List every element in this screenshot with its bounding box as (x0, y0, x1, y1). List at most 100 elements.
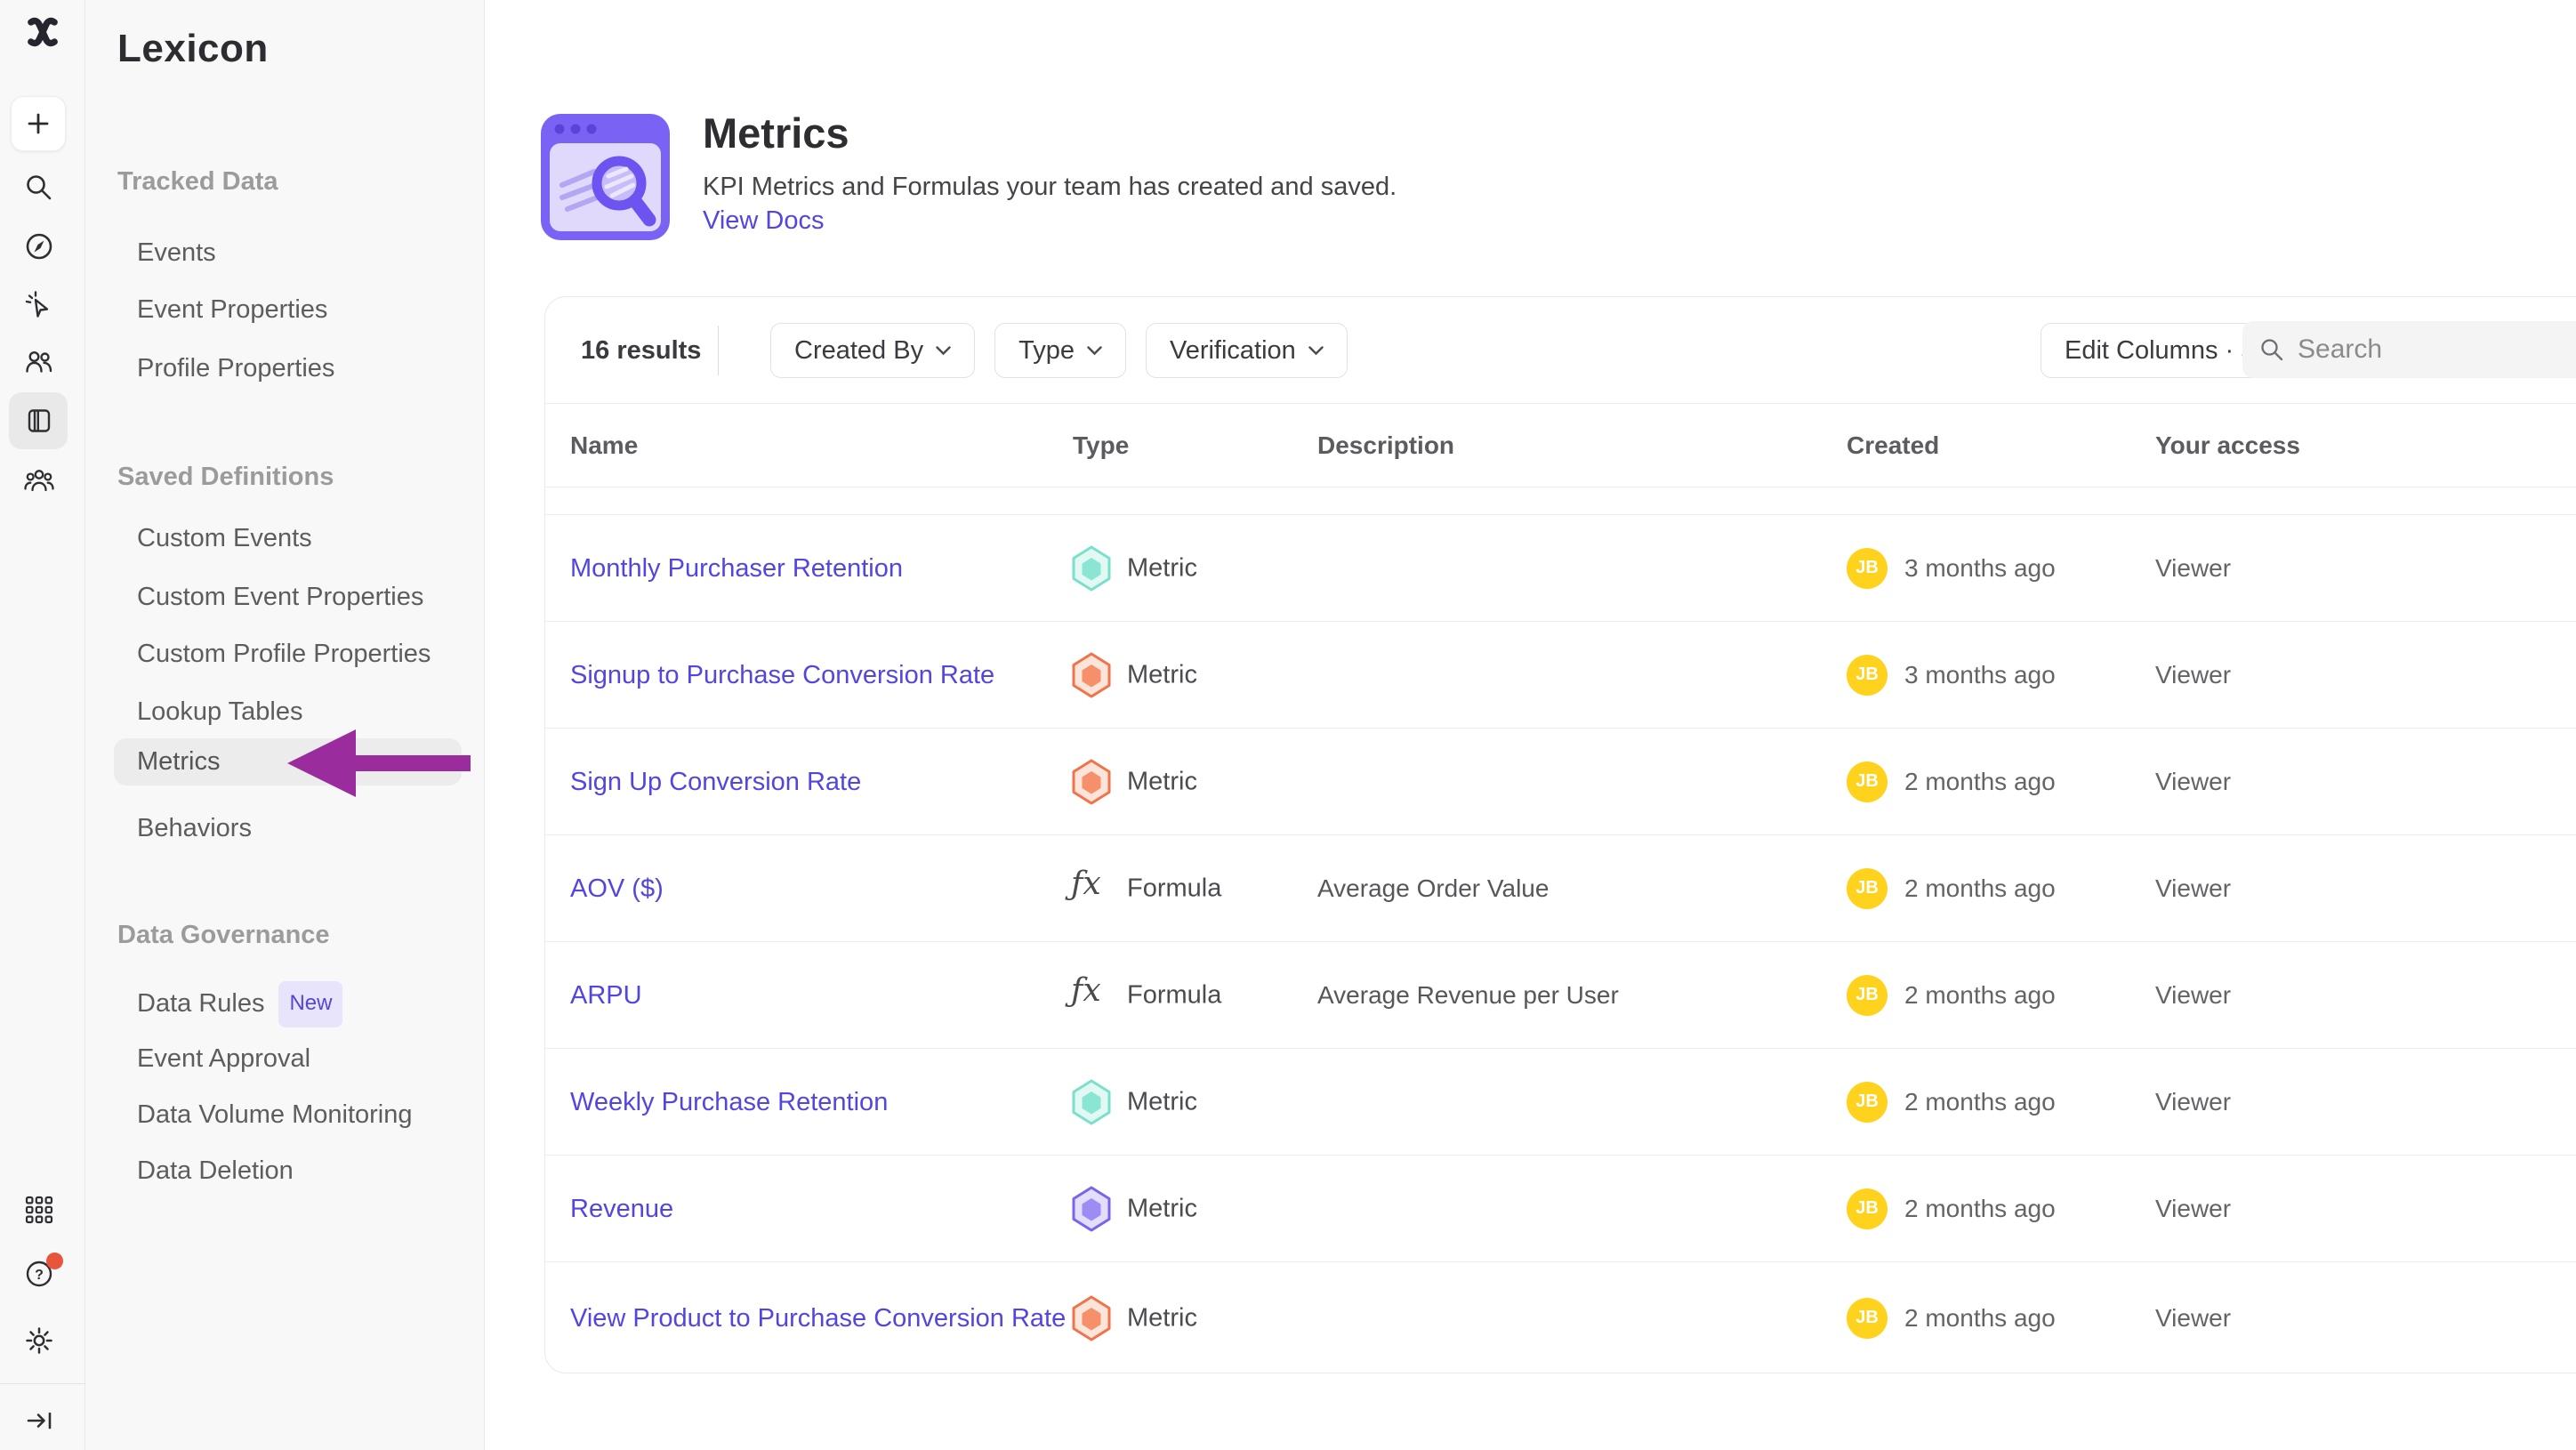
icon-rail: ? (0, 0, 85, 1450)
metric-hexagon-icon (1071, 652, 1115, 698)
type-label: Metric (1127, 1194, 1197, 1223)
description-text: Average Revenue per User (1317, 981, 1619, 1010)
formula-icon: ƒx (1071, 972, 1115, 1019)
section-tracked-data: Tracked Data (117, 162, 278, 201)
chevron-down-icon (1087, 346, 1102, 356)
table-row: Signup to Purchase Conversion RateMetric… (545, 622, 2576, 729)
filter-label: Type (1018, 336, 1075, 366)
metric-name-link[interactable]: Signup to Purchase Conversion Rate (570, 657, 1068, 693)
access-level: Viewer (2155, 1304, 2231, 1333)
table-body: Monthly Purchaser Retention Metric JB 3 mon… (545, 515, 2576, 1373)
created-by-filter-button[interactable]: Created By (770, 323, 975, 378)
search-icon[interactable] (23, 172, 55, 204)
created-time: 2 months ago (1904, 1195, 2056, 1223)
metric-name-link[interactable]: AOV ($) (570, 871, 1068, 906)
access-level: Viewer (2155, 874, 2231, 903)
type-label: Formula (1127, 980, 1221, 1010)
avatar[interactable]: JB (1847, 1298, 1888, 1339)
column-header-your-access[interactable]: Your access (2155, 404, 2300, 487)
metric-name-link[interactable]: Revenue (570, 1191, 1068, 1227)
filter-label: Verification (1170, 336, 1296, 366)
type-filter-button[interactable]: Type (994, 323, 1126, 378)
metric-name-link[interactable]: View Product to Purchase Conversion Rate (570, 1301, 1068, 1336)
avatar[interactable]: JB (1847, 975, 1888, 1016)
view-docs-link[interactable]: View Docs (703, 206, 824, 236)
avatar[interactable]: JB (1847, 1188, 1888, 1229)
svg-text:?: ? (35, 1268, 44, 1283)
create-new-button[interactable] (11, 96, 66, 151)
created-time: 2 months ago (1904, 874, 2056, 903)
metric-hexagon-icon (1071, 1295, 1115, 1341)
sidebar-title: Lexicon (117, 27, 269, 71)
access-level: Viewer (2155, 554, 2231, 583)
avatar[interactable]: JB (1847, 548, 1888, 589)
sidebar-item-event-approval[interactable]: Event Approval (137, 1039, 310, 1078)
section-saved-definitions: Saved Definitions (117, 457, 334, 496)
table-row: ARPUƒx Formula Average Revenue per User JB 2… (545, 942, 2576, 1049)
table-header: Name Type Description Created Your acces… (545, 404, 2576, 487)
metric-hexagon-icon (1071, 1186, 1115, 1232)
column-header-description[interactable]: Description (1317, 404, 1454, 487)
avatar[interactable]: JB (1847, 1082, 1888, 1123)
metric-hexagon-icon (1071, 759, 1115, 805)
results-count: 16 results (581, 297, 701, 404)
verification-filter-button[interactable]: Verification (1146, 323, 1348, 378)
type-label: Metric (1127, 1303, 1197, 1333)
main-content: Metrics KPI Metrics and Formulas your te… (486, 0, 2576, 1450)
metric-hexagon-icon (1071, 545, 1115, 592)
settings-gear-icon[interactable] (23, 1325, 55, 1357)
access-level: Viewer (2155, 768, 2231, 796)
metric-name-link[interactable]: Weekly Purchase Retention (570, 1084, 1068, 1120)
sidebar-item-behaviors[interactable]: Behaviors (137, 809, 252, 848)
column-header-type[interactable]: Type (1073, 404, 1129, 487)
created-time: 2 months ago (1904, 1304, 2056, 1333)
table-row: Weekly Purchase RetentionMetricJB2 month… (545, 1049, 2576, 1156)
cohorts-icon[interactable] (23, 465, 55, 497)
formula-icon: ƒx (1071, 866, 1115, 912)
boards-compass-icon[interactable] (23, 230, 55, 262)
sidebar: Lexicon Tracked Data Events Event Proper… (85, 0, 485, 1450)
sidebar-item-data-deletion[interactable]: Data Deletion (137, 1151, 294, 1190)
avatar[interactable]: JB (1847, 868, 1888, 909)
created-time: 3 months ago (1904, 661, 2056, 689)
lexicon-book-icon[interactable] (23, 405, 55, 437)
events-cursor-icon[interactable] (23, 288, 55, 320)
table-row: RevenueMetricJB2 months agoViewer (545, 1156, 2576, 1262)
notification-dot (46, 1253, 63, 1269)
sidebar-item-events[interactable]: Events (137, 233, 216, 272)
sidebar-item-data-rules[interactable]: Data RulesNew (137, 981, 342, 1020)
metrics-page-icon (541, 114, 670, 245)
mixpanel-logo-icon[interactable] (23, 12, 55, 44)
rail-divider (0, 1383, 85, 1384)
page-subtitle: KPI Metrics and Formulas your team has c… (703, 173, 1397, 202)
sidebar-item-profile-properties[interactable]: Profile Properties (137, 349, 334, 388)
apps-grid-icon[interactable] (23, 1194, 55, 1226)
sidebar-item-custom-profile-properties[interactable]: Custom Profile Properties (137, 634, 431, 673)
chevron-down-icon (1308, 346, 1324, 356)
metric-name-link[interactable]: Sign Up Conversion Rate (570, 764, 1068, 800)
sidebar-item-lookup-tables[interactable]: Lookup Tables (137, 692, 303, 731)
search-box[interactable] (2242, 321, 2576, 378)
collapse-sidebar-icon[interactable] (23, 1405, 55, 1437)
metric-name-link[interactable]: Monthly Purchaser Retention (570, 551, 1068, 586)
table-row: View Product to Purchase Conversion Rate… (545, 1262, 2576, 1373)
metric-hexagon-icon (1071, 1079, 1115, 1125)
created-time: 2 months ago (1904, 981, 2056, 1010)
created-time: 3 months ago (1904, 554, 2056, 583)
column-header-created[interactable]: Created (1847, 404, 1939, 487)
metric-name-link[interactable]: ARPU (570, 978, 1068, 1013)
search-icon (2258, 336, 2285, 363)
sidebar-item-data-volume-monitoring[interactable]: Data Volume Monitoring (137, 1095, 413, 1134)
sidebar-item-custom-events[interactable]: Custom Events (137, 519, 312, 558)
column-header-name[interactable]: Name (570, 404, 638, 487)
search-input[interactable] (2298, 334, 2576, 365)
sidebar-item-label: Data Rules (137, 989, 264, 1018)
users-icon[interactable] (23, 346, 55, 378)
avatar[interactable]: JB (1847, 655, 1888, 696)
type-label: Metric (1127, 767, 1197, 796)
avatar[interactable]: JB (1847, 761, 1888, 802)
sidebar-item-event-properties[interactable]: Event Properties (137, 290, 327, 329)
table-row: Monthly Purchaser Retention Metric JB 3 mon… (545, 515, 2576, 622)
sidebar-item-custom-event-properties[interactable]: Custom Event Properties (137, 577, 423, 616)
type-label: Metric (1127, 553, 1197, 583)
